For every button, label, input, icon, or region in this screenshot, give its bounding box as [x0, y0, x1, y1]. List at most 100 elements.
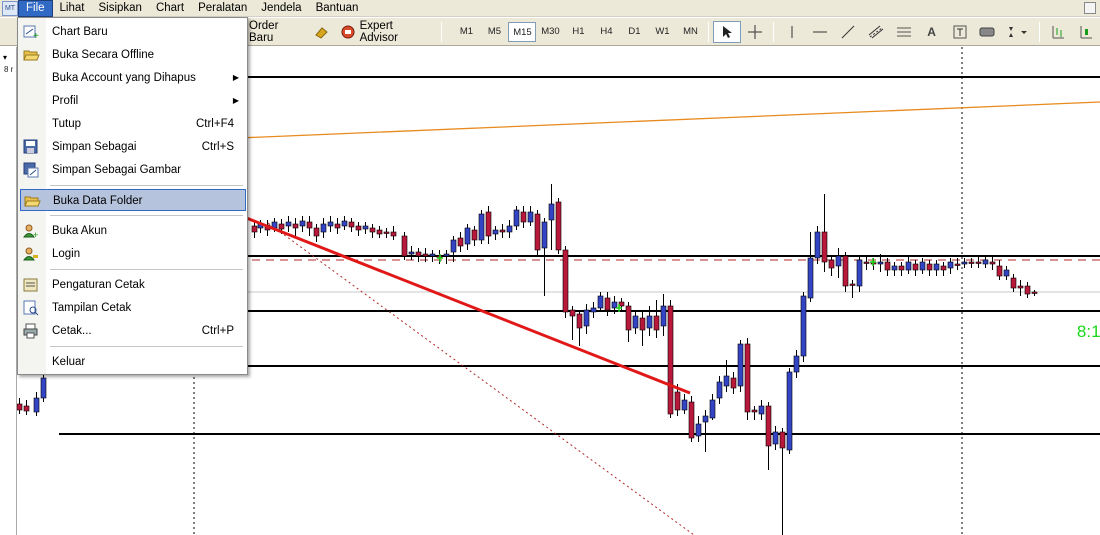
- expert-advisor-button[interactable]: [310, 21, 336, 43]
- candle-body: [604, 297, 611, 311]
- tf-m1[interactable]: M1: [452, 22, 480, 42]
- candle-body: [355, 225, 362, 231]
- candle-body: [548, 203, 555, 221]
- candle-body: [422, 253, 429, 257]
- candle-body: [285, 221, 292, 227]
- candles-tool[interactable]: [1072, 21, 1100, 43]
- rectangle-tool[interactable]: [973, 21, 1001, 43]
- tf-mn[interactable]: MN: [676, 22, 704, 42]
- toolbar-separator: [441, 21, 443, 42]
- candle-body: [730, 377, 737, 389]
- candle-body: [362, 225, 369, 230]
- candle-body: [257, 223, 264, 229]
- cursor-tool[interactable]: [713, 20, 742, 43]
- candle-body: [786, 371, 793, 451]
- candle-body: [821, 231, 828, 263]
- menu-bar: MT File Lihat Sisipkan Chart Peralatan J…: [0, 0, 1100, 17]
- menu-item-buka-account-dihapus[interactable]: Buka Account yang Dihapus ▶: [18, 67, 247, 89]
- menu-item-buka-akun[interactable]: + Buka Akun: [18, 220, 247, 242]
- candle-body: [457, 237, 464, 247]
- menu-chart[interactable]: Chart: [149, 0, 191, 17]
- menu-peralatan[interactable]: Peralatan: [191, 0, 254, 17]
- candle-body: [1003, 269, 1010, 277]
- candle-body: [33, 397, 40, 413]
- candle-body: [688, 401, 695, 439]
- window-restore-button[interactable]: [1084, 2, 1096, 14]
- text-tool[interactable]: A: [918, 21, 946, 43]
- candle-body: [450, 239, 457, 253]
- candle-body: [982, 259, 989, 265]
- candle-body: [1024, 285, 1031, 295]
- candle-body: [877, 261, 884, 265]
- trendline-tool[interactable]: [834, 21, 862, 43]
- candle-body: [341, 220, 348, 227]
- horizontal-line-tool[interactable]: [806, 21, 834, 43]
- fibonacci-tool[interactable]: [890, 21, 918, 43]
- menu-lihat[interactable]: Lihat: [53, 0, 92, 17]
- menu-item-buka-offline[interactable]: Buka Secara Offline: [18, 44, 247, 66]
- candle-body: [702, 415, 709, 423]
- menu-jendela[interactable]: Jendela: [254, 0, 308, 17]
- folder-icon: [24, 196, 41, 207]
- trendline-icon: [841, 25, 855, 38]
- tf-w1[interactable]: W1: [648, 22, 676, 42]
- menu-item-keluar[interactable]: Keluar: [18, 351, 247, 373]
- menu-item-tampilan-cetak[interactable]: Tampilan Cetak: [18, 297, 247, 319]
- tf-h1[interactable]: H1: [564, 22, 592, 42]
- save-icon: [23, 139, 38, 154]
- order-baru-button[interactable]: Order Baru: [245, 20, 310, 44]
- bar-chart-icon: [1052, 25, 1065, 38]
- tf-m15[interactable]: M15: [508, 21, 537, 42]
- candle-body: [793, 355, 800, 373]
- candle-body: [562, 249, 569, 313]
- menu-item-tutup[interactable]: Tutup Ctrl+F4: [18, 113, 247, 135]
- tf-m30[interactable]: M30: [536, 22, 564, 42]
- menu-file[interactable]: File: [18, 0, 53, 17]
- candle-body: [390, 231, 397, 237]
- tf-m5[interactable]: M5: [480, 22, 508, 42]
- tf-d1[interactable]: D1: [620, 22, 648, 42]
- candle-body: [264, 224, 271, 231]
- menu-sisipkan[interactable]: Sisipkan: [91, 0, 148, 17]
- candle-body: [415, 251, 422, 257]
- left-window-edge: ▾ 8 r: [0, 47, 17, 535]
- candle-body: [828, 259, 835, 269]
- menu-item-buka-data-folder[interactable]: Buka Data Folder: [20, 189, 246, 211]
- equidistant-channel-tool[interactable]: [862, 21, 890, 43]
- menu-item-simpan-gambar[interactable]: Simpan Sebagai Gambar: [18, 159, 247, 181]
- tf-h4[interactable]: H4: [592, 22, 620, 42]
- window-label: 8 r: [4, 65, 14, 74]
- chart-bars-tool[interactable]: [1044, 21, 1072, 43]
- candle-body: [744, 343, 751, 413]
- expert-advisor-toggle[interactable]: Expert Advisor: [336, 19, 438, 44]
- candle-body: [16, 403, 23, 411]
- menu-item-cetak[interactable]: Cetak... Ctrl+P: [18, 320, 247, 342]
- rectangle-icon: [979, 27, 995, 36]
- menu-item-login[interactable]: Login: [18, 243, 247, 265]
- window-menu-arrow-icon[interactable]: ▾: [3, 53, 7, 62]
- candle-body: [597, 295, 604, 309]
- menu-bantuan[interactable]: Bantuan: [309, 0, 366, 17]
- candle-body: [520, 211, 527, 223]
- expert-advisor-label: Expert Advisor: [359, 19, 398, 44]
- menu-item-chart-baru[interactable]: + Chart Baru: [18, 21, 247, 43]
- candle-body: [576, 313, 583, 329]
- arrows-tool[interactable]: [1001, 21, 1035, 43]
- candle-body: [800, 295, 807, 357]
- new-chart-icon: +: [23, 25, 39, 40]
- menu-item-profil[interactable]: Profil ▶: [18, 90, 247, 112]
- text-label-tool[interactable]: [946, 21, 974, 43]
- candle-body: [667, 305, 674, 415]
- candle-body: [429, 253, 436, 257]
- candle-body: [527, 211, 534, 223]
- vertical-line-icon: [791, 25, 793, 38]
- candle-body: [863, 261, 870, 264]
- menu-item-pengaturan-cetak[interactable]: Pengaturan Cetak: [18, 274, 247, 296]
- menu-item-simpan-sebagai[interactable]: Simpan Sebagai Ctrl+S: [18, 136, 247, 158]
- user-add-icon: +: [23, 224, 38, 239]
- crosshair-tool[interactable]: [741, 21, 769, 43]
- candle-body: [751, 409, 758, 413]
- fibonacci-icon: [896, 27, 911, 36]
- candle-body: [590, 307, 597, 313]
- vertical-line-tool[interactable]: [778, 21, 806, 43]
